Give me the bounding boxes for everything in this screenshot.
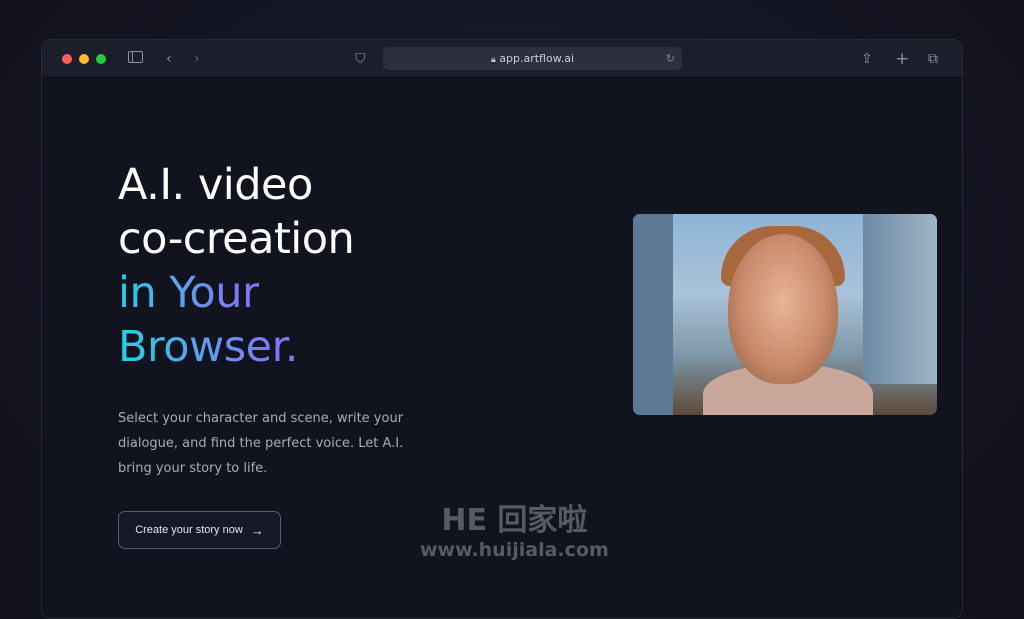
watermark-url: www.huijiala.com xyxy=(420,539,609,561)
back-icon[interactable]: ‹ xyxy=(166,50,172,68)
hero-line: A.I. video xyxy=(118,160,313,210)
hero-line: co-creation xyxy=(118,214,355,264)
shield-icon[interactable]: ⛉ xyxy=(355,50,366,68)
character-video-preview[interactable] xyxy=(633,214,937,415)
hero-line-gradient: in Your xyxy=(118,268,260,318)
skyline-image-part xyxy=(863,214,937,384)
url-text: app.artflow.ai xyxy=(499,52,574,65)
character-face xyxy=(728,234,838,384)
lock-icon: 🔒︎ xyxy=(490,55,496,65)
watermark: HE 回家啦 www.huijiala.com xyxy=(420,503,609,561)
tabs-overview-icon[interactable]: ⧉ xyxy=(928,50,938,68)
hero-heading: A.I. video co-creation in Your Browser. xyxy=(118,158,355,374)
forward-icon[interactable]: › xyxy=(194,50,200,68)
share-icon[interactable]: ⇪ xyxy=(861,50,873,68)
new-tab-icon[interactable]: + xyxy=(895,50,909,68)
arrow-right-icon: → xyxy=(250,522,264,538)
hero-line-gradient: Browser. xyxy=(118,322,298,372)
zoom-button[interactable] xyxy=(96,54,106,64)
close-button[interactable] xyxy=(62,54,72,64)
hero-description: Select your character and scene, write y… xyxy=(118,411,404,476)
button-label: Create your story now xyxy=(135,524,243,536)
browser-toolbar: ‹ › ⛉ 🔒︎ app.artflow.ai ↻ ⇪ + ⧉ xyxy=(42,40,962,78)
create-story-button[interactable]: Create your story now → xyxy=(118,511,281,549)
building-image-part xyxy=(633,214,673,415)
sidebar-icon[interactable] xyxy=(128,51,143,63)
reload-icon[interactable]: ↻ xyxy=(666,47,675,70)
address-bar[interactable]: 🔒︎ app.artflow.ai ↻ xyxy=(383,47,682,70)
minimize-button[interactable] xyxy=(79,54,89,64)
